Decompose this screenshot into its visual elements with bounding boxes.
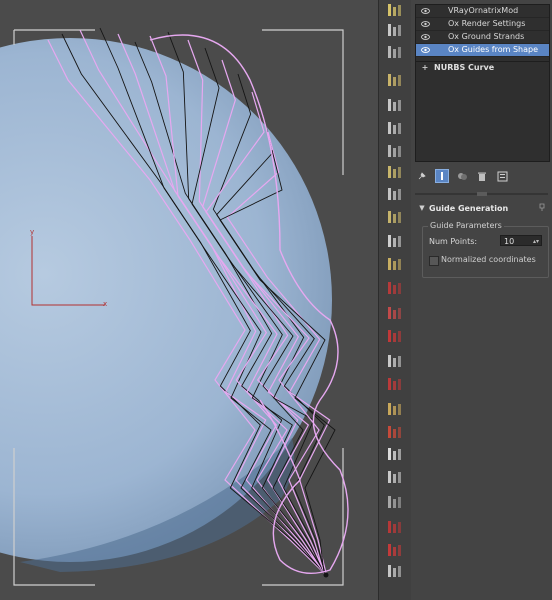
toolbar-tool-icon[interactable]: [385, 446, 405, 462]
toolbar-tool-icon[interactable]: [385, 353, 405, 369]
toolbar-tool-icon[interactable]: [385, 469, 405, 485]
num-points-spinner[interactable]: 10 ▴▾: [500, 235, 542, 246]
toolbar-tool-icon[interactable]: [385, 44, 405, 60]
eye-icon[interactable]: [416, 34, 434, 40]
group-title: Guide Parameters: [428, 221, 504, 230]
collapse-arrow-icon[interactable]: ▼: [415, 204, 429, 212]
panel-divider[interactable]: [415, 192, 548, 196]
normalized-coordinates-label: Normalized coordinates: [441, 255, 536, 264]
rollout-guide-generation-header[interactable]: ▼ Guide Generation: [415, 200, 548, 216]
svg-text:y: y: [30, 228, 34, 236]
modifier-label: Ox Render Settings: [448, 19, 526, 28]
modifier-row-vrayornatrixmod[interactable]: VRayOrnatrixMod: [416, 5, 549, 18]
divider-grip-icon[interactable]: [477, 192, 487, 196]
toolbar-tool-icon[interactable]: [385, 563, 405, 579]
configure-modifier-sets-icon[interactable]: [495, 169, 509, 183]
viewport-scene: y x: [0, 27, 349, 586]
toolbar-tool-icon[interactable]: [385, 186, 405, 202]
toolbar-tool-icon[interactable]: [385, 143, 405, 159]
pin-stack-icon[interactable]: [415, 169, 429, 183]
modifier-label: VRayOrnatrixMod: [448, 6, 519, 15]
toolbar-tool-icon[interactable]: [385, 256, 405, 272]
toolbar-tool-icon[interactable]: [385, 542, 405, 558]
toolbar-tool-icon[interactable]: [385, 305, 405, 321]
toolbar-tool-icon[interactable]: [385, 328, 405, 344]
base-object-list[interactable]: + NURBS Curve: [415, 61, 550, 162]
toolbar-tool-icon[interactable]: [385, 120, 405, 136]
eye-icon[interactable]: [416, 47, 434, 53]
num-points-value: 10: [504, 237, 515, 246]
toolbar-tool-icon[interactable]: [385, 376, 405, 392]
toolbar-tool-icon[interactable]: [385, 233, 405, 249]
num-points-label: Num Points:: [429, 237, 478, 246]
spinner-arrows-icon[interactable]: ▴▾: [533, 236, 539, 247]
modifier-label: Ox Ground Strands: [448, 32, 525, 41]
modifier-row-ox-guides-from-shape[interactable]: Ox Guides from Shape: [416, 44, 549, 57]
modifier-row-ox-render-settings[interactable]: Ox Render Settings: [416, 18, 549, 31]
toolbar-tool-icon[interactable]: [385, 519, 405, 535]
modifier-label: Ox Guides from Shape: [448, 45, 538, 54]
eye-icon[interactable]: [416, 8, 434, 14]
toolbar-tool-icon[interactable]: [385, 72, 405, 88]
toolbar-tool-icon[interactable]: [385, 494, 405, 510]
guide-parameters-group: Guide Parameters Num Points: 10 ▴▾ Norma…: [422, 221, 549, 278]
perspective-viewport[interactable]: y x: [0, 0, 378, 600]
base-object-row[interactable]: + NURBS Curve: [416, 62, 549, 74]
toolbar-tool-icon[interactable]: [385, 424, 405, 440]
toolbar-tool-icon[interactable]: [385, 209, 405, 225]
toolbar-tool-icon[interactable]: [385, 97, 405, 113]
modify-panel: VRayOrnatrixMod Ox Render Settings Ox Gr…: [411, 0, 552, 600]
eye-icon[interactable]: [416, 21, 434, 27]
toolbar-tool-icon[interactable]: [385, 22, 405, 38]
modifier-stack-list[interactable]: VRayOrnatrixMod Ox Render Settings Ox Gr…: [415, 4, 550, 62]
base-object-label: NURBS Curve: [434, 63, 495, 72]
modifier-row-ox-ground-strands[interactable]: Ox Ground Strands: [416, 31, 549, 44]
toolbar-tool-icon[interactable]: [385, 164, 405, 180]
strand-tip-point: [323, 572, 329, 578]
toolbar-tool-icon[interactable]: [385, 401, 405, 417]
rollout-pin-icon[interactable]: [538, 203, 546, 213]
normalized-coordinates-checkbox[interactable]: [429, 256, 439, 266]
make-unique-icon[interactable]: [455, 169, 469, 183]
show-end-result-icon[interactable]: [435, 169, 449, 183]
expand-icon[interactable]: +: [416, 62, 434, 74]
rollout-title: Guide Generation: [429, 203, 509, 213]
vertical-toolbar: [378, 0, 412, 600]
stack-toolbar: [415, 168, 548, 184]
svg-text:x: x: [103, 300, 107, 308]
remove-modifier-icon[interactable]: [475, 169, 489, 183]
toolbar-tool-icon[interactable]: [385, 280, 405, 296]
toolbar-tool-icon[interactable]: [385, 2, 405, 18]
